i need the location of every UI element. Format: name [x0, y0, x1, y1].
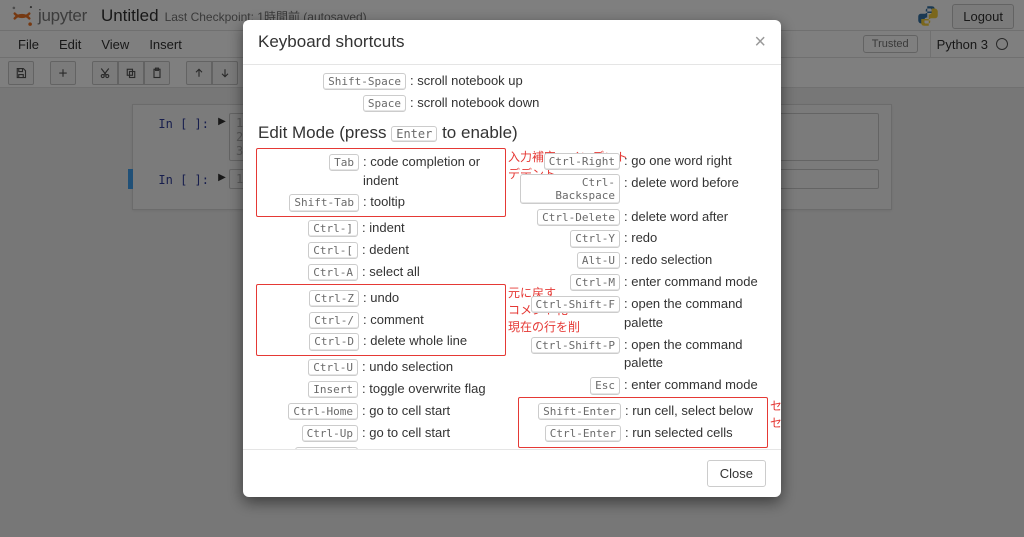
shortcut-row: Ctrl-[dedent: [258, 241, 504, 260]
shortcut-desc: delete word before: [624, 174, 766, 193]
shortcut-row: Ctrl-Upgo to cell start: [258, 424, 504, 443]
kbd: Ctrl-[: [308, 242, 358, 259]
kbd: Space: [363, 95, 406, 112]
shortcut-desc: open the command palette: [624, 336, 766, 374]
kbd: Ctrl-Enter: [545, 425, 621, 442]
shortcut-desc: enter command mode: [624, 273, 766, 292]
kbd: Ctrl-Shift-F: [531, 296, 620, 313]
enter-key-kbd: Enter: [391, 126, 437, 142]
shortcut-desc: redo: [624, 229, 766, 248]
shortcut-row: Ctrl-End go to cell end: [258, 446, 504, 449]
kbd: Ctrl-/: [309, 312, 359, 329]
shortcut-row: Ctrl-Uundo selection: [258, 358, 504, 377]
shortcut-desc: go one word right: [624, 152, 766, 171]
shortcut-row: Tabcode completion or indent: [259, 153, 503, 191]
shortcut-desc: redo selection: [624, 251, 766, 270]
kbd: Ctrl-Z: [309, 290, 359, 307]
kbd: Ctrl-M: [570, 274, 620, 291]
kbd: Ctrl-U: [308, 359, 358, 376]
shortcut-row: Ctrl-Ddelete whole line: [259, 332, 503, 351]
shortcut-row: Ctrl-Shift-Popen the command palette: [520, 336, 766, 374]
shortcut-desc: scroll notebook down: [410, 94, 766, 113]
shortcut-row: Spacescroll notebook down: [306, 94, 766, 113]
kbd: Ctrl-Up: [302, 425, 358, 442]
shortcut-row: Alt-Uredo selection: [520, 251, 766, 270]
annotation-box: Ctrl-ZundoCtrl-/commentCtrl-Ddelete whol…: [256, 284, 506, 357]
shortcut-row: Ctrl-/comment: [259, 311, 503, 330]
shortcut-desc: toggle overwrite flag: [362, 380, 504, 399]
shortcut-desc: go to cell start: [362, 402, 504, 421]
kbd: Ctrl-Y: [570, 230, 620, 247]
kbd: Ctrl-]: [308, 220, 358, 237]
kbd: Ctrl-Right: [544, 153, 620, 170]
kbd: Shift-Enter: [538, 403, 621, 420]
shortcut-desc: indent: [362, 219, 504, 238]
shortcut-desc: comment: [363, 311, 503, 330]
kbd: Shift-Tab: [289, 194, 359, 211]
shortcut-row: Ctrl-Shift-Fopen the command palette: [520, 295, 766, 333]
shortcut-row: Ctrl-Yredo: [520, 229, 766, 248]
shortcut-desc: dedent: [362, 241, 504, 260]
kbd: Shift-Space: [323, 73, 406, 90]
section-heading: Edit Mode (press Enter to enable): [258, 123, 766, 143]
shortcut-desc: code completion or indent: [363, 153, 503, 191]
shortcut-row: Ctrl-Aselect all: [258, 263, 504, 282]
kbd: Ctrl-Delete: [537, 209, 620, 226]
kbd: Alt-U: [577, 252, 620, 269]
shortcut-desc: run cell, select below: [625, 402, 765, 421]
shortcut-desc: select all: [362, 263, 504, 282]
shortcut-row: Shift-Spacescroll notebook up: [306, 72, 766, 91]
shortcut-row: Ctrl-Menter command mode: [520, 273, 766, 292]
shortcut-row: Shift-Enterrun cell, select below: [521, 402, 765, 421]
kbd: Insert: [308, 381, 358, 398]
shortcut-desc: go to cell end: [362, 446, 504, 449]
shortcut-desc: open the command palette: [624, 295, 766, 333]
shortcut-desc: delete whole line: [363, 332, 503, 351]
annotation-box: Shift-Enterrun cell, select belowCtrl-En…: [518, 397, 768, 448]
shortcut-desc: run selected cells: [625, 424, 765, 443]
shortcut-desc: undo selection: [362, 358, 504, 377]
shortcut-row: Ctrl-Zundo: [259, 289, 503, 308]
keyboard-shortcuts-dialog: Keyboard shortcuts × Shift-Spacescroll n…: [243, 20, 781, 497]
shortcut-row: Inserttoggle overwrite flag: [258, 380, 504, 399]
kbd: Ctrl-Backspace: [520, 174, 620, 204]
annotation-label: セルの実行セルの実行: [770, 397, 781, 431]
shortcut-row: Shift-Tabtooltip: [259, 193, 503, 212]
shortcut-desc: scroll notebook up: [410, 72, 766, 91]
shortcut-row: Ctrl-Enterrun selected cells: [521, 424, 765, 443]
shortcut-desc: enter command mode: [624, 376, 766, 395]
shortcut-row: Ctrl-]indent: [258, 219, 504, 238]
kbd: Esc: [590, 377, 620, 394]
annotation-box: Tabcode completion or indentShift-Tabtoo…: [256, 148, 506, 218]
modal-overlay[interactable]: Keyboard shortcuts × Shift-Spacescroll n…: [0, 0, 1024, 537]
shortcut-row: Ctrl-Rightgo one word right: [520, 152, 766, 171]
kbd: Ctrl-A: [308, 264, 358, 281]
kbd: Ctrl-Shift-P: [531, 337, 620, 354]
kbd: Ctrl-D: [309, 333, 359, 350]
kbd: Ctrl-Home: [288, 403, 358, 420]
shortcut-row: Ctrl-Deletedelete word after: [520, 208, 766, 227]
shortcut-row: Ctrl-Backspacedelete word before: [520, 174, 766, 205]
modal-title: Keyboard shortcuts: [258, 32, 754, 52]
kbd: Ctrl-End: [295, 447, 358, 449]
shortcut-desc: delete word after: [624, 208, 766, 227]
modal-body[interactable]: Shift-Spacescroll notebook upSpacescroll…: [243, 65, 781, 449]
close-button[interactable]: Close: [707, 460, 766, 487]
shortcut-row: Ctrl-Homego to cell start: [258, 402, 504, 421]
shortcut-desc: undo: [363, 289, 503, 308]
shortcut-desc: tooltip: [363, 193, 503, 212]
kbd: Tab: [329, 154, 359, 171]
shortcut-row: Escenter command mode: [520, 376, 766, 395]
shortcut-desc: go to cell start: [362, 424, 504, 443]
close-icon[interactable]: ×: [754, 32, 766, 52]
